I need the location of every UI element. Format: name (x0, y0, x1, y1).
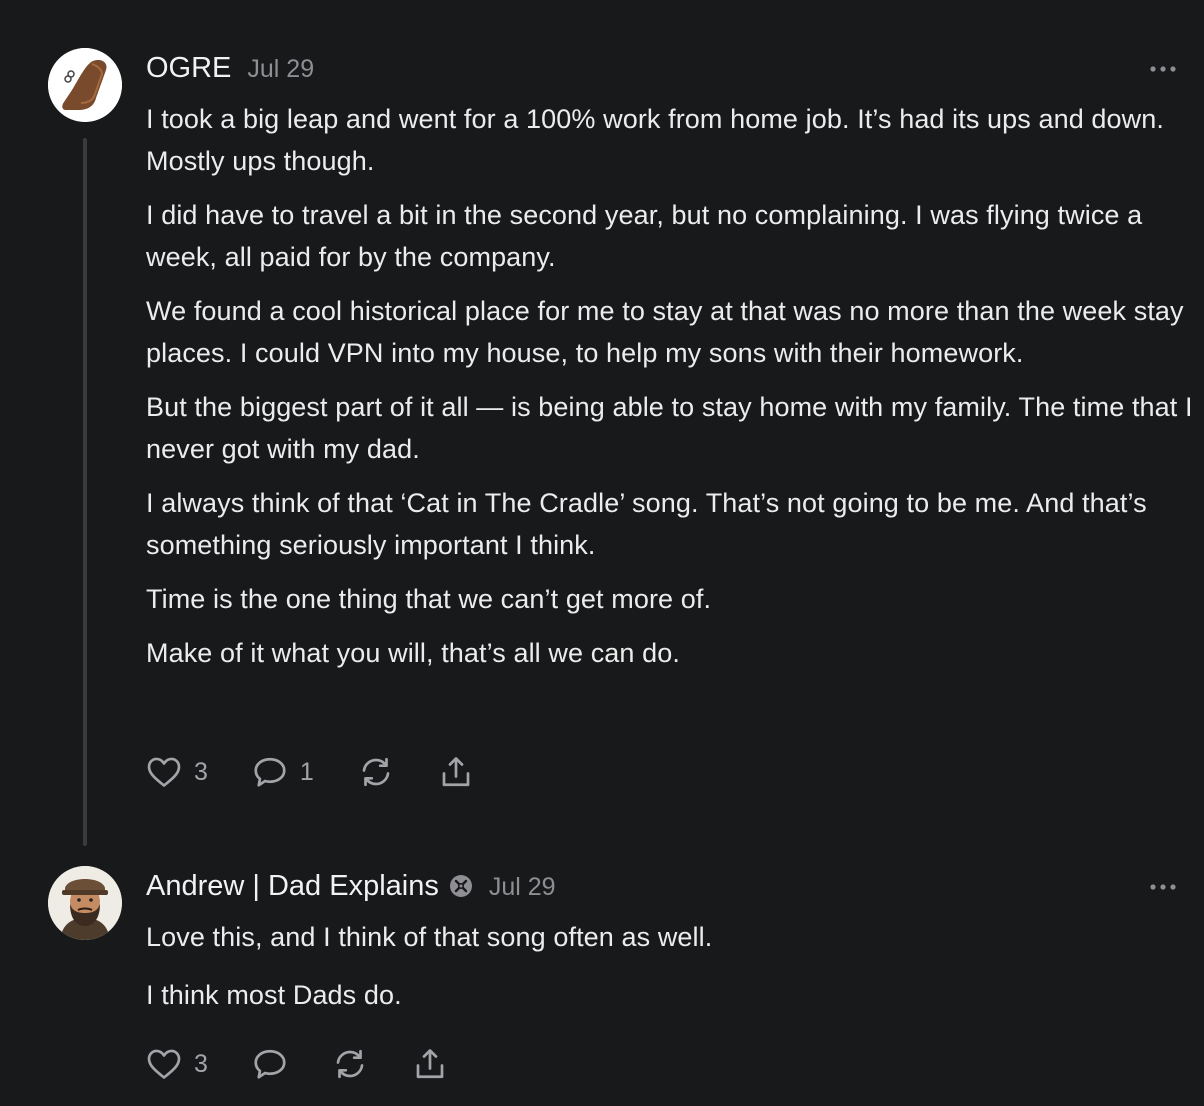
author-name[interactable]: OGRE (146, 52, 231, 85)
reply-button[interactable]: 1 (252, 755, 314, 789)
reply-button[interactable] (252, 1047, 288, 1081)
like-count: 3 (194, 757, 208, 786)
comment-paragraph: Time is the one thing that we can’t get … (146, 584, 712, 614)
comment-body: I took a big leap and went for a 100% wo… (146, 98, 1196, 686)
comment-header: OGRE Jul 29 (146, 52, 314, 85)
reply-count: 1 (299, 757, 314, 786)
share-button[interactable] (412, 1047, 448, 1081)
comment-actions: 3 1 (146, 754, 518, 790)
comment-header: Andrew | Dad Explains Jul 29 (146, 870, 556, 903)
comment-paragraph: I did have to travel a bit in the second… (146, 200, 1143, 272)
restack-button[interactable] (332, 1047, 368, 1081)
heart-icon (147, 1049, 181, 1079)
thread-line (83, 138, 87, 846)
comment-actions: 3 (146, 1046, 492, 1082)
avatar[interactable] (48, 48, 122, 122)
comment-paragraph: We found a cool historical place for me … (146, 296, 1184, 368)
author-name[interactable]: Andrew | Dad Explains (146, 870, 439, 903)
comment-andrew: Andrew | Dad Explains Jul 29 Love this, … (0, 850, 1204, 1106)
comment-date[interactable]: Jul 29 (489, 873, 556, 902)
speech-bubble-icon (254, 757, 286, 787)
restack-button[interactable] (358, 755, 394, 789)
like-button[interactable]: 3 (146, 755, 208, 789)
like-button[interactable]: 3 (146, 1047, 208, 1081)
heart-icon (147, 757, 181, 787)
restack-icon (362, 757, 390, 787)
restack-icon (336, 1049, 364, 1079)
bearded-man-avatar-icon (48, 866, 122, 940)
like-count: 3 (194, 1049, 208, 1078)
more-options-icon[interactable] (1148, 881, 1178, 893)
comment-paragraph: I always think of that ‘Cat in The Cradl… (146, 488, 1147, 560)
avatar[interactable] (48, 866, 122, 940)
comment-paragraph: Make of it what you will, that’s all we … (146, 638, 680, 668)
comment-paragraph: Love this, and I think of that song ofte… (146, 922, 713, 952)
comment-paragraph: But the biggest part of it all — is bein… (146, 392, 1193, 464)
share-icon (442, 757, 470, 787)
comment-date[interactable]: Jul 29 (247, 55, 314, 84)
leather-boot-logo-icon (48, 48, 122, 122)
share-icon (416, 1049, 444, 1079)
comment-paragraph: I took a big leap and went for a 100% wo… (146, 104, 1164, 176)
more-options-icon[interactable] (1148, 63, 1178, 75)
share-button[interactable] (438, 755, 474, 789)
comment-body: Love this, and I think of that song ofte… (146, 916, 1196, 1028)
comment-paragraph: I think most Dads do. (146, 980, 402, 1010)
speech-bubble-icon (254, 1049, 286, 1079)
comment-ogre: OGRE Jul 29 I took a big leap and went f… (0, 0, 1204, 850)
verified-badge-icon (449, 875, 472, 897)
